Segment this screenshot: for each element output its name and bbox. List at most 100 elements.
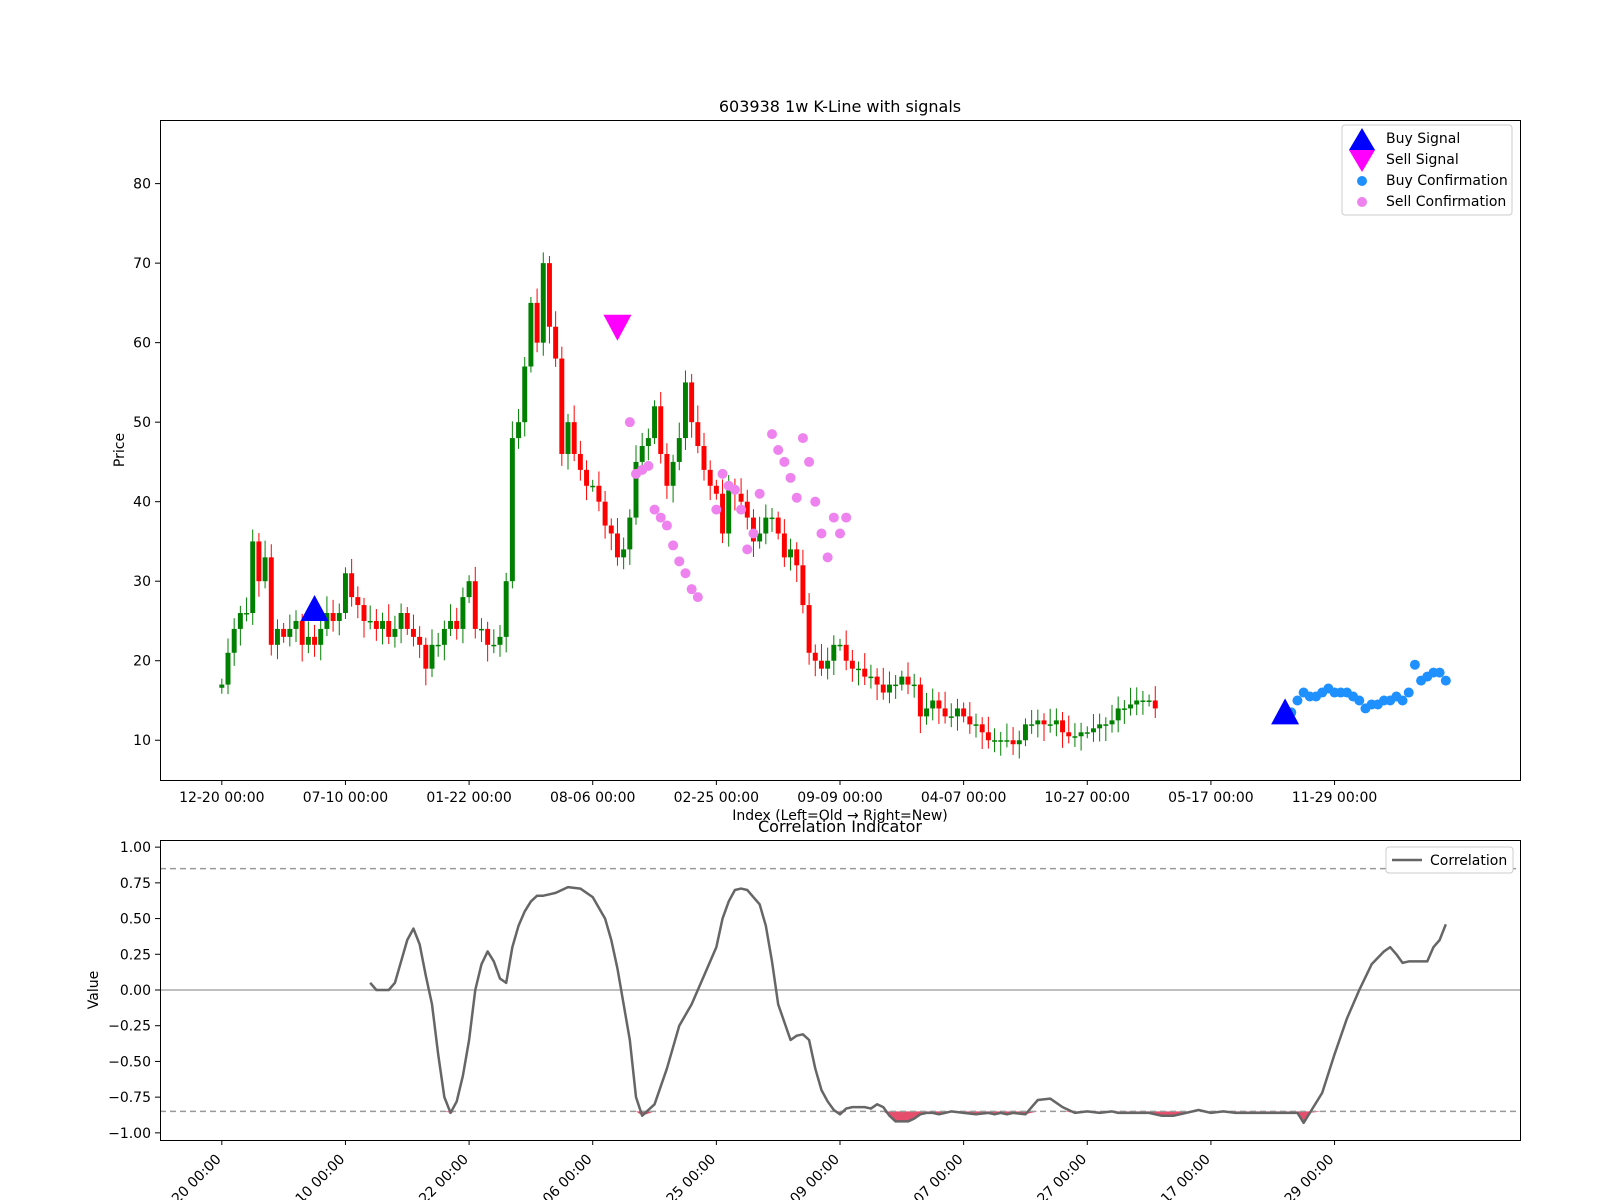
candle-body xyxy=(448,620,454,629)
candle-body xyxy=(893,684,899,687)
candle-body xyxy=(695,422,701,447)
correlation-x-tick-label: 02-25 00:00 xyxy=(647,1152,719,1200)
sell-confirmation-point xyxy=(828,512,839,523)
sell-confirmation-point xyxy=(680,568,691,579)
candle-body xyxy=(596,485,602,502)
correlation-x-tick-label: 10-27 00:00 xyxy=(1018,1152,1090,1200)
kline-x-tick-label: 04-07 00:00 xyxy=(921,790,1006,806)
correlation-legend: Correlation xyxy=(1385,846,1514,874)
candle-body xyxy=(466,581,472,598)
sell-confirmation-point xyxy=(717,468,728,479)
candle-body xyxy=(256,541,262,582)
candle-body xyxy=(435,644,441,647)
candle-body xyxy=(614,533,620,558)
candle-body xyxy=(775,517,781,534)
candle-body xyxy=(868,676,874,679)
kline-y-tick-label: 30 xyxy=(133,574,151,590)
correlation-x-ticks: 12-20 00:00 07-10 00:00 01-22 00:00 08-06 0… xyxy=(153,1140,1337,1200)
candle-body xyxy=(924,708,930,717)
legend-buy-confirmation-label: Buy Confirmation xyxy=(1386,173,1508,189)
candle-body xyxy=(1078,732,1084,737)
candle-body xyxy=(590,485,596,488)
sell-confirmation-point xyxy=(767,429,777,440)
candle-body xyxy=(398,613,404,629)
candle-body xyxy=(658,406,664,454)
candle-body xyxy=(701,446,707,470)
kline-x-tick-label: 09-09 00:00 xyxy=(797,790,882,806)
correlation-legend-label: Correlation xyxy=(1430,853,1507,869)
candle-body xyxy=(509,438,515,582)
candle-body xyxy=(973,724,979,726)
candle-body xyxy=(682,382,688,439)
kline-y-tick-label: 50 xyxy=(133,415,151,431)
candle-body xyxy=(1109,720,1115,725)
candle-body xyxy=(818,660,824,669)
correlation-x-tick-label: 08-06 00:00 xyxy=(524,1152,596,1200)
candle-body xyxy=(1029,724,1035,726)
sell-confirmation-point xyxy=(643,460,654,471)
kline-x-tick-label: 07-10 00:00 xyxy=(303,790,388,806)
buy-signal-marker xyxy=(300,595,329,622)
candle-body xyxy=(948,716,954,718)
candle-body xyxy=(720,493,726,534)
candle-body xyxy=(905,676,911,685)
kline-x-ticks: 12-20 00:00 07-10 00:00 01-22 00:00 08-06 0… xyxy=(179,780,1377,806)
candle-body xyxy=(497,636,503,645)
candle-body xyxy=(825,660,831,669)
sell-signal-marker xyxy=(603,314,632,341)
candles-layer xyxy=(219,252,1158,759)
kline-y-tick-label: 80 xyxy=(133,177,151,193)
sell-confirmation-point xyxy=(649,504,660,515)
candle-body xyxy=(355,597,361,606)
candle-body xyxy=(305,636,311,645)
candle-body xyxy=(460,597,466,629)
candle-body xyxy=(645,438,651,447)
candle-body xyxy=(1047,724,1053,726)
sell-confirmation-point xyxy=(835,528,845,539)
correlation-reference-lines xyxy=(160,867,1520,1113)
sell-confirmation-point xyxy=(773,445,784,455)
candle-body xyxy=(274,628,280,645)
correlation-y-tick-label: 0.50 xyxy=(120,912,151,928)
candle-body xyxy=(219,684,225,688)
kline-x-tick-label: 02-25 00:00 xyxy=(674,790,759,806)
kline-y-ticks: 10 20 30 40 50 60 70 80 xyxy=(133,177,160,749)
buy-confirmation-point xyxy=(1397,695,1408,706)
kline-y-tick-label: 20 xyxy=(133,654,151,670)
candle-body xyxy=(485,628,491,645)
candle-body xyxy=(1035,720,1041,725)
candle-body xyxy=(1053,720,1059,725)
candle-body xyxy=(268,557,274,645)
sell-confirmation-point xyxy=(729,484,740,495)
candle-body xyxy=(769,517,775,520)
kline-y-tick-label: 40 xyxy=(133,495,151,511)
sell-confirmation-point xyxy=(810,496,821,507)
correlation-y-tick-label: 0.25 xyxy=(120,947,151,963)
sell-confirmation-point xyxy=(692,592,703,603)
candle-body xyxy=(664,453,670,486)
correlation-y-ticks: 1.00 0.75 0.50 0.25 0.00 −0.25 −0.50 −0.75 −1.00 xyxy=(108,840,160,1142)
candle-body xyxy=(886,684,892,693)
buy-confirmation-point xyxy=(1354,695,1365,706)
candle-body xyxy=(373,620,379,629)
candle-body xyxy=(336,613,342,621)
kline-y-tick-label: 10 xyxy=(133,733,151,749)
candle-body xyxy=(880,684,886,693)
correlation-x-tick-label: 04-07 00:00 xyxy=(895,1152,967,1200)
candle-body xyxy=(534,302,540,343)
correlation-y-tick-label: −0.75 xyxy=(108,1090,151,1106)
kline-y-tick-label: 70 xyxy=(133,256,151,272)
candle-body xyxy=(930,700,936,709)
buy-confirmation-point xyxy=(1440,675,1451,686)
candle-body xyxy=(713,485,719,494)
confirmation-markers xyxy=(624,417,1451,718)
figure: 603938 1w K-Line with signals 10 20 30 40 50… xyxy=(86,97,1521,1200)
correlation-line xyxy=(369,885,1447,1125)
candle-body xyxy=(262,557,268,582)
candle-body xyxy=(788,549,794,558)
candle-body xyxy=(602,501,608,526)
candle-body xyxy=(1121,708,1127,710)
sell-confirmation-point xyxy=(655,512,666,523)
candle-body xyxy=(516,422,522,439)
sell-confirmation-point xyxy=(686,584,697,595)
